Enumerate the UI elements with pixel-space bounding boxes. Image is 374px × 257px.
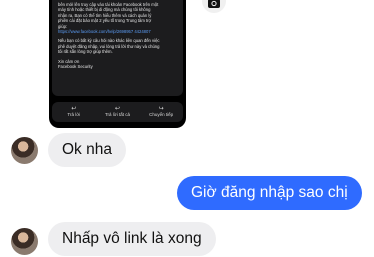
camera-icon bbox=[208, 0, 220, 8]
camera-button[interactable] bbox=[202, 0, 226, 13]
reply-all-button[interactable]: ↩ Trả lời tất cả bbox=[97, 102, 137, 117]
reply-icon: ↩ bbox=[71, 105, 77, 112]
reply-label: Trả lời bbox=[67, 112, 81, 117]
email-paragraph-1: bên mới lên truy cập vào tài khoản Faceb… bbox=[58, 2, 177, 34]
message-bubble-incoming[interactable]: Ok nha bbox=[48, 133, 126, 167]
email-card: bên mới lên truy cập vào tài khoản Faceb… bbox=[52, 0, 183, 96]
reply-button[interactable]: ↩ Trả lời bbox=[54, 102, 94, 117]
message-bubble-outgoing[interactable]: Giờ đăng nhập sao chị bbox=[177, 176, 362, 210]
shared-email-screenshot[interactable]: bên mới lên truy cập vào tài khoản Faceb… bbox=[49, 0, 186, 128]
forward-icon: ↪ bbox=[158, 105, 164, 112]
message-bubble-incoming[interactable]: Nhấp vô link là xong bbox=[48, 222, 216, 256]
email-line: tôi rất sẵn lòng trợ giúp thêm. bbox=[58, 49, 113, 55]
contact-avatar[interactable] bbox=[11, 137, 38, 164]
email-body: bên mới lên truy cập vào tài khoản Faceb… bbox=[58, 2, 177, 69]
email-paragraph-2: Nếu bạn có bất kỳ câu hỏi nào khác liên … bbox=[58, 38, 177, 54]
email-signature: Facebook Security bbox=[58, 64, 93, 70]
contact-avatar[interactable] bbox=[11, 228, 38, 255]
email-action-bar: ↩ Trả lời ↩ Trả lời tất cả ↪ Chuyển tiếp bbox=[52, 102, 183, 122]
reply-all-icon: ↩ bbox=[114, 105, 120, 112]
reply-all-label: Trả lời tất cả bbox=[104, 112, 130, 117]
forward-label: Chuyển tiếp bbox=[149, 112, 174, 117]
forward-button[interactable]: ↪ Chuyển tiếp bbox=[141, 102, 181, 117]
email-help-link[interactable]: https://www.facebook.com/help/2698957 44… bbox=[58, 29, 177, 34]
